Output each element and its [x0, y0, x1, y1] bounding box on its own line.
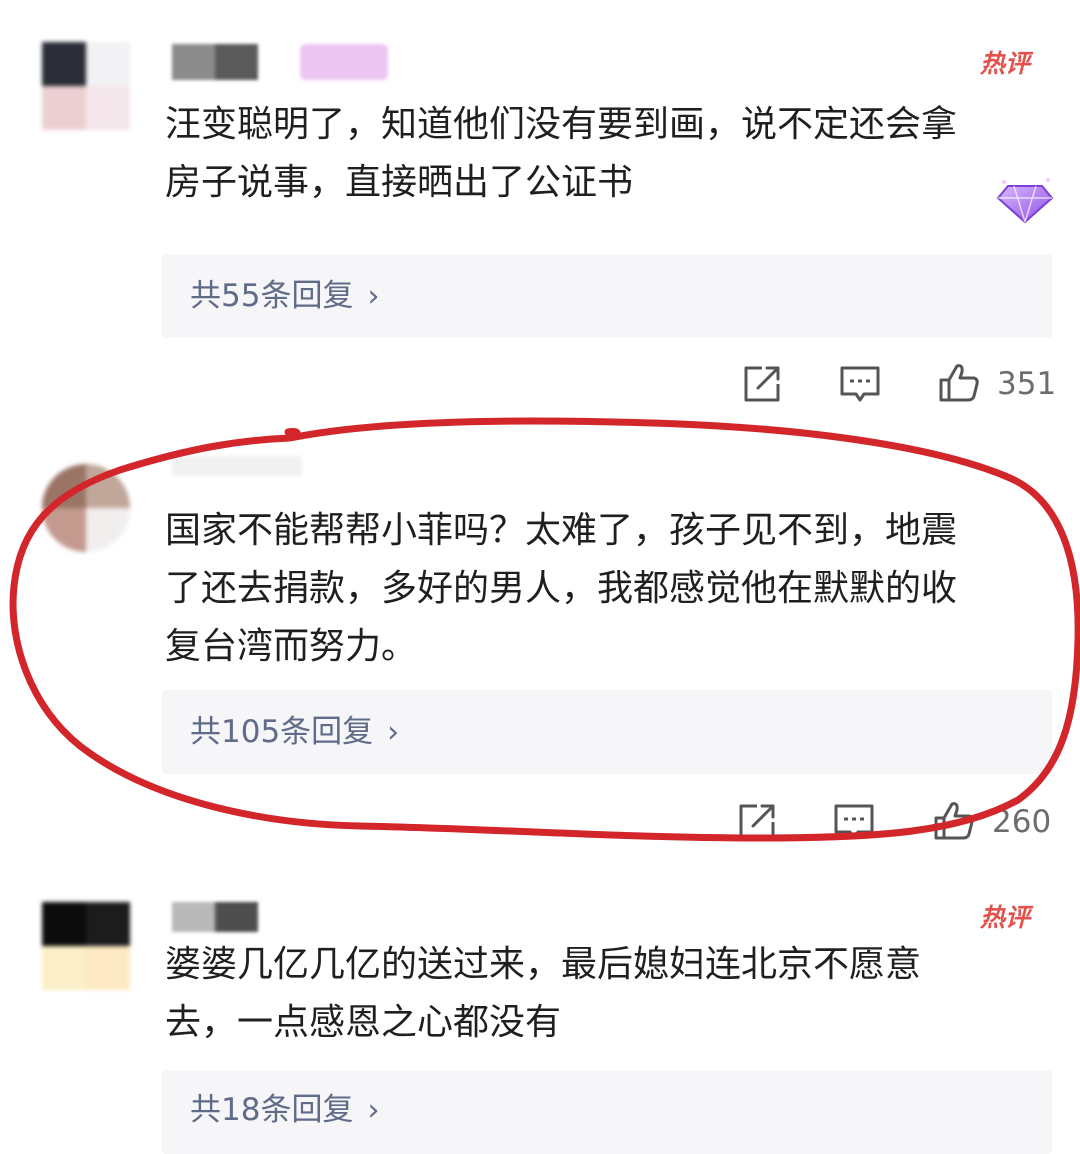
share-icon[interactable]: [740, 362, 784, 406]
chevron-right-icon: ›: [367, 1093, 380, 1128]
username-blurred[interactable]: [172, 902, 258, 932]
replies-count-label: 共105条回复: [190, 714, 374, 750]
view-replies-button[interactable]: 共18条回复 ›: [162, 1070, 1052, 1154]
comment-text: 国家不能帮帮小菲吗？太难了，孩子见不到，地震 了还去捐款，多好的男人，我都感觉他…: [165, 502, 1035, 676]
thumbs-up-icon[interactable]: [937, 360, 981, 404]
thumbs-up-icon[interactable]: [932, 798, 976, 842]
comment-line: 去，一点感恩之心都没有: [165, 1002, 562, 1043]
chevron-right-icon: ›: [367, 279, 380, 314]
avatar[interactable]: [42, 902, 130, 990]
chevron-right-icon: ›: [387, 715, 400, 750]
comment-item-3: 热评 婆婆几亿几亿的送过来，最后媳妇连北京不愿意 去，一点感恩之心都没有 共18…: [0, 870, 1080, 1154]
hot-comment-badge: 热评: [979, 903, 1030, 932]
view-replies-button[interactable]: 共55条回复 ›: [162, 254, 1052, 338]
replies-count-label: 共18条回复: [190, 1092, 354, 1128]
comment-line: 了还去捐款，多好的男人，我都感觉他在默默的收: [165, 568, 958, 609]
share-icon[interactable]: [735, 800, 779, 844]
comment-icon[interactable]: [832, 800, 876, 844]
view-replies-button[interactable]: 共105条回复 ›: [162, 690, 1052, 774]
avatar[interactable]: [42, 42, 130, 130]
comment-line: 国家不能帮帮小菲吗？太难了，孩子见不到，地震: [165, 510, 958, 551]
comment-item-2: 国家不能帮帮小菲吗？太难了，孩子见不到，地震 了还去捐款，多好的男人，我都感觉他…: [0, 420, 1080, 870]
comment-icon[interactable]: [838, 362, 882, 406]
comment-line: 汪变聪明了，知道他们没有要到画，说不定还会拿: [165, 104, 958, 145]
hot-comment-badge: 热评: [979, 49, 1030, 78]
comment-line: 婆婆几亿几亿的送过来，最后媳妇连北京不愿意: [165, 944, 922, 985]
comment-line: 房子说事，直接晒出了公证书: [165, 162, 634, 203]
like-count: 351: [997, 366, 1057, 402]
username-blurred[interactable]: [172, 456, 302, 476]
comment-text: 汪变聪明了，知道他们没有要到画，说不定还会拿 房子说事，直接晒出了公证书: [165, 96, 1035, 212]
diamond-badge-icon: [996, 178, 1054, 224]
avatar[interactable]: [42, 464, 130, 552]
user-tag-blurred: [300, 44, 388, 80]
comment-item-1: 热评 汪变聪明了，知道他们没有要到画，说不定还会拿 房子说事，直接晒出了公证书 …: [0, 0, 1080, 420]
comment-text: 婆婆几亿几亿的送过来，最后媳妇连北京不愿意 去，一点感恩之心都没有: [165, 936, 1035, 1052]
username-blurred[interactable]: [172, 44, 258, 80]
comment-line: 复台湾而努力。: [165, 626, 418, 667]
like-count: 260: [992, 804, 1052, 840]
replies-count-label: 共55条回复: [190, 278, 354, 314]
